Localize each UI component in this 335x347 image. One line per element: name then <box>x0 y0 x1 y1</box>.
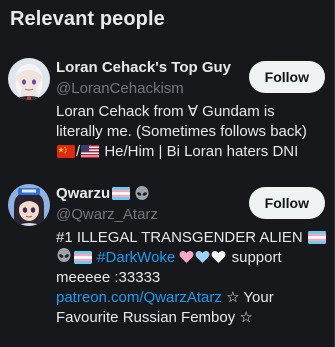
hashtag-link[interactable]: #DarkWoke <box>97 249 175 266</box>
patreon-link[interactable]: patreon.com/QwarzAtarz <box>56 289 222 306</box>
relevant-people-panel: Relevant people Loran Cehack's Top Guy @… <box>0 0 335 347</box>
follow-button[interactable]: Follow <box>248 61 325 93</box>
alien-icon <box>135 185 149 200</box>
trans-flag-icon <box>74 251 92 264</box>
bio-separator: / <box>76 143 81 160</box>
avatar[interactable] <box>8 184 50 226</box>
pink-heart-icon <box>180 250 194 263</box>
follow-button[interactable]: Follow <box>248 187 325 219</box>
bio-line: patreon.com/QwarzAtarz ☆ Your <box>56 288 328 308</box>
bio-text: ☆ Your <box>221 289 274 306</box>
display-name-text[interactable]: Loran Cehack's Top Guy <box>56 59 231 76</box>
bio-line: meeeee :33333 <box>56 269 161 286</box>
bio-text: support <box>227 249 282 266</box>
light-blue-heart-icon <box>196 250 210 263</box>
bio-line: Loran Cehack from ∀ Gundam is <box>56 103 275 120</box>
alien-icon <box>57 248 71 262</box>
display-name[interactable]: Qwarzu <box>56 185 150 202</box>
display-name-text[interactable]: Qwarzu <box>56 185 110 202</box>
person-card[interactable]: Qwarzu @Qwarz_Atarz Follow #1 ILLEGAL TR… <box>0 178 335 338</box>
white-heart-icon <box>212 250 226 263</box>
bio-line: Favourite Russian Femboy ☆ <box>56 309 253 326</box>
flag-cn-icon <box>57 145 75 158</box>
trans-flag-icon <box>307 231 326 244</box>
flag-us-icon <box>81 145 100 158</box>
bio-text: #1 ILLEGAL TRANSGENDER ALIEN <box>56 229 303 246</box>
trans-flag-icon <box>112 187 131 200</box>
avatar[interactable] <box>8 58 50 100</box>
bio-text: He/Him | Bi Loran haters DNI <box>100 143 299 160</box>
user-bio: Loran Cehack from ∀ Gundam is literally … <box>56 102 328 162</box>
bio-line: literally me. (Sometimes follows back) <box>56 123 307 140</box>
user-bio: #1 ILLEGAL TRANSGENDER ALIEN #DarkWoke s… <box>56 228 328 328</box>
user-handle[interactable]: @LoranCehackism <box>56 80 184 97</box>
bio-line: #1 ILLEGAL TRANSGENDER ALIEN <box>56 228 328 248</box>
display-name[interactable]: Loran Cehack's Top Guy <box>56 59 231 76</box>
panel-title: Relevant people <box>10 8 165 30</box>
person-card[interactable]: Loran Cehack's Top Guy @LoranCehackism F… <box>0 52 335 172</box>
bio-line: #DarkWoke support <box>56 248 328 268</box>
user-handle[interactable]: @Qwarz_Atarz <box>56 206 158 223</box>
bio-line: / He/Him | Bi Loran haters DNI <box>56 142 328 162</box>
